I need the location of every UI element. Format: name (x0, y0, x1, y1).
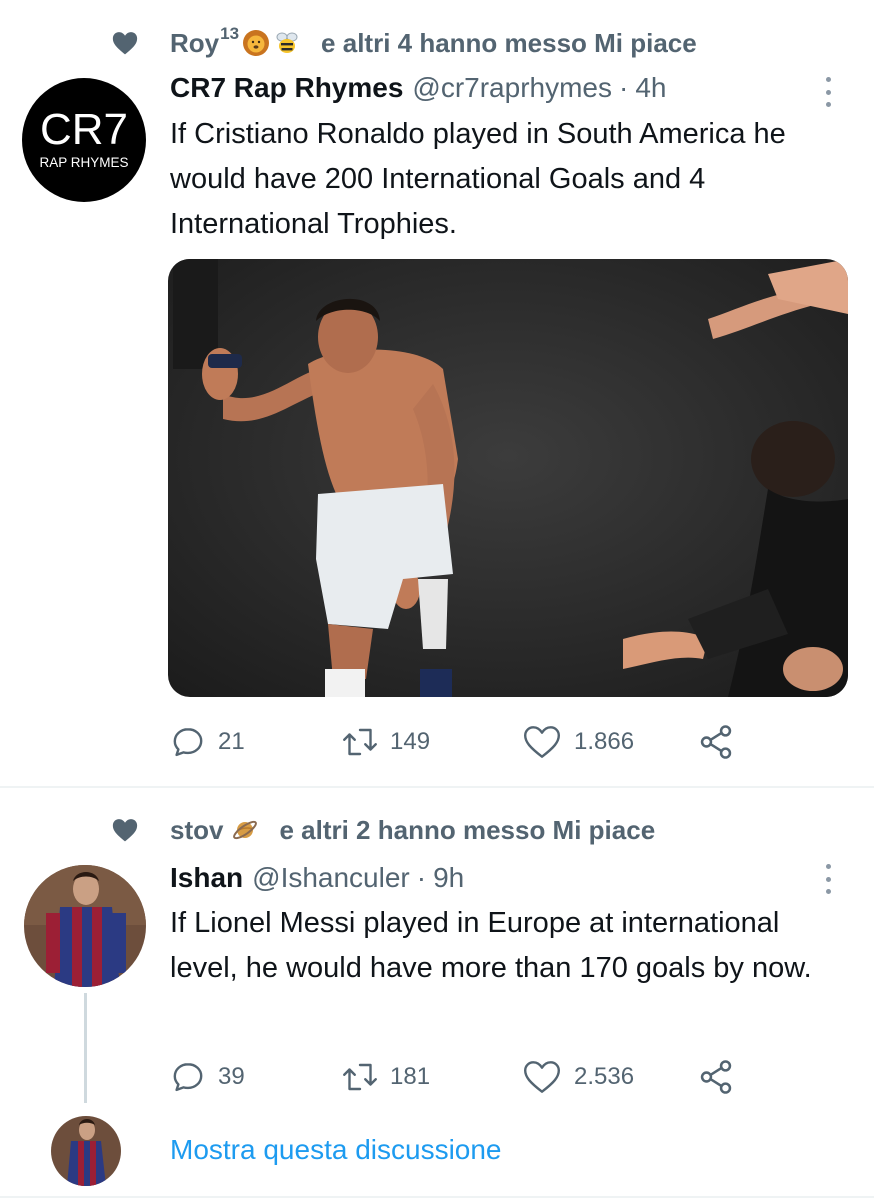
social-context[interactable]: stov e altri 2 hanno messo Mi piace (112, 810, 655, 850)
liker-name[interactable]: Roy (170, 28, 219, 59)
tweet-divider (0, 786, 874, 788)
author-handle[interactable]: @Ishanculer (252, 862, 410, 894)
cr7-logo: CR7 RAP RHYMES (39, 105, 128, 170)
tweet-text: If Cristiano Ronaldo played in South Ame… (170, 118, 786, 240)
show-thread-link[interactable]: Mostra questa discussione (170, 1134, 502, 1166)
thread-avatar[interactable] (51, 1116, 121, 1186)
tweet-actions: 39 181 2.536 (170, 1057, 770, 1097)
like-count: 1.866 (574, 728, 635, 755)
like-button[interactable]: 2.536 (522, 1057, 634, 1097)
liker-name-superscript: 13 (220, 24, 240, 43)
retweet-count: 181 (390, 1063, 431, 1090)
social-context-suffix: e altri 2 hanno messo Mi piace (279, 814, 656, 845)
player-avatar-photo-small (51, 1116, 121, 1186)
retweet-button[interactable]: 149 (342, 722, 430, 762)
reply-button[interactable]: 39 (170, 1057, 245, 1097)
tweet-actions: 21 149 1.866 (170, 722, 770, 762)
social-context-suffix: e altri 4 hanno messo Mi piace (321, 27, 697, 58)
thread-connector (84, 993, 87, 1103)
share-button[interactable] (697, 1057, 747, 1097)
author-handle[interactable]: @cr7raprhymes (412, 72, 612, 104)
lion-emoji-icon (243, 30, 270, 56)
reply-icon (173, 728, 203, 757)
more-icon[interactable] (824, 864, 832, 894)
like-icon (524, 1061, 560, 1093)
reply-count: 39 (218, 1063, 245, 1090)
tweet-time[interactable]: 9h (433, 862, 464, 894)
heart-icon (112, 32, 138, 55)
share-icon (700, 1060, 732, 1094)
player-avatar-photo (24, 865, 146, 987)
separator-dot: · (619, 72, 629, 103)
author-name[interactable]: Ishan (170, 862, 243, 894)
like-count: 2.536 (574, 1063, 635, 1090)
separator-dot: · (416, 862, 427, 893)
tweet-text: If Lionel Messi played in Europe at inte… (170, 907, 812, 984)
tweet-header: CR7 Rap Rhymes @cr7raprhymes · 4h (170, 72, 666, 104)
avatar-logo-line2: RAP RHYMES (39, 155, 128, 170)
share-icon (700, 725, 732, 759)
retweet-icon (343, 728, 377, 756)
reply-count: 21 (218, 728, 245, 755)
reply-button[interactable]: 21 (170, 722, 245, 762)
tweet-header: Ishan @Ishanculer · 9h (170, 862, 464, 894)
tweet-time[interactable]: 4h (635, 72, 666, 104)
liker-name[interactable]: stov (170, 815, 223, 846)
like-icon (524, 726, 560, 758)
tweet-photo[interactable] (168, 259, 848, 697)
football-player-photo (168, 259, 848, 697)
avatar-logo-line1: CR7 (40, 105, 128, 154)
heart-icon (112, 819, 138, 842)
author-name[interactable]: CR7 Rap Rhymes (170, 72, 403, 104)
social-context[interactable]: Roy 13 e altri 4 hanno messo Mi piace (112, 23, 697, 63)
author-avatar[interactable]: CR7 RAP RHYMES (22, 78, 146, 202)
ringed-planet-emoji-icon (233, 820, 258, 840)
more-icon[interactable] (824, 77, 832, 107)
retweet-icon (343, 1063, 377, 1091)
bottom-divider (0, 1196, 874, 1198)
share-button[interactable] (697, 722, 747, 762)
retweet-count: 149 (390, 728, 431, 755)
like-button[interactable]: 1.866 (522, 722, 634, 762)
bee-emoji-icon (276, 32, 298, 53)
retweet-button[interactable]: 181 (342, 1057, 430, 1097)
author-avatar[interactable] (24, 865, 146, 987)
reply-icon (173, 1063, 203, 1092)
